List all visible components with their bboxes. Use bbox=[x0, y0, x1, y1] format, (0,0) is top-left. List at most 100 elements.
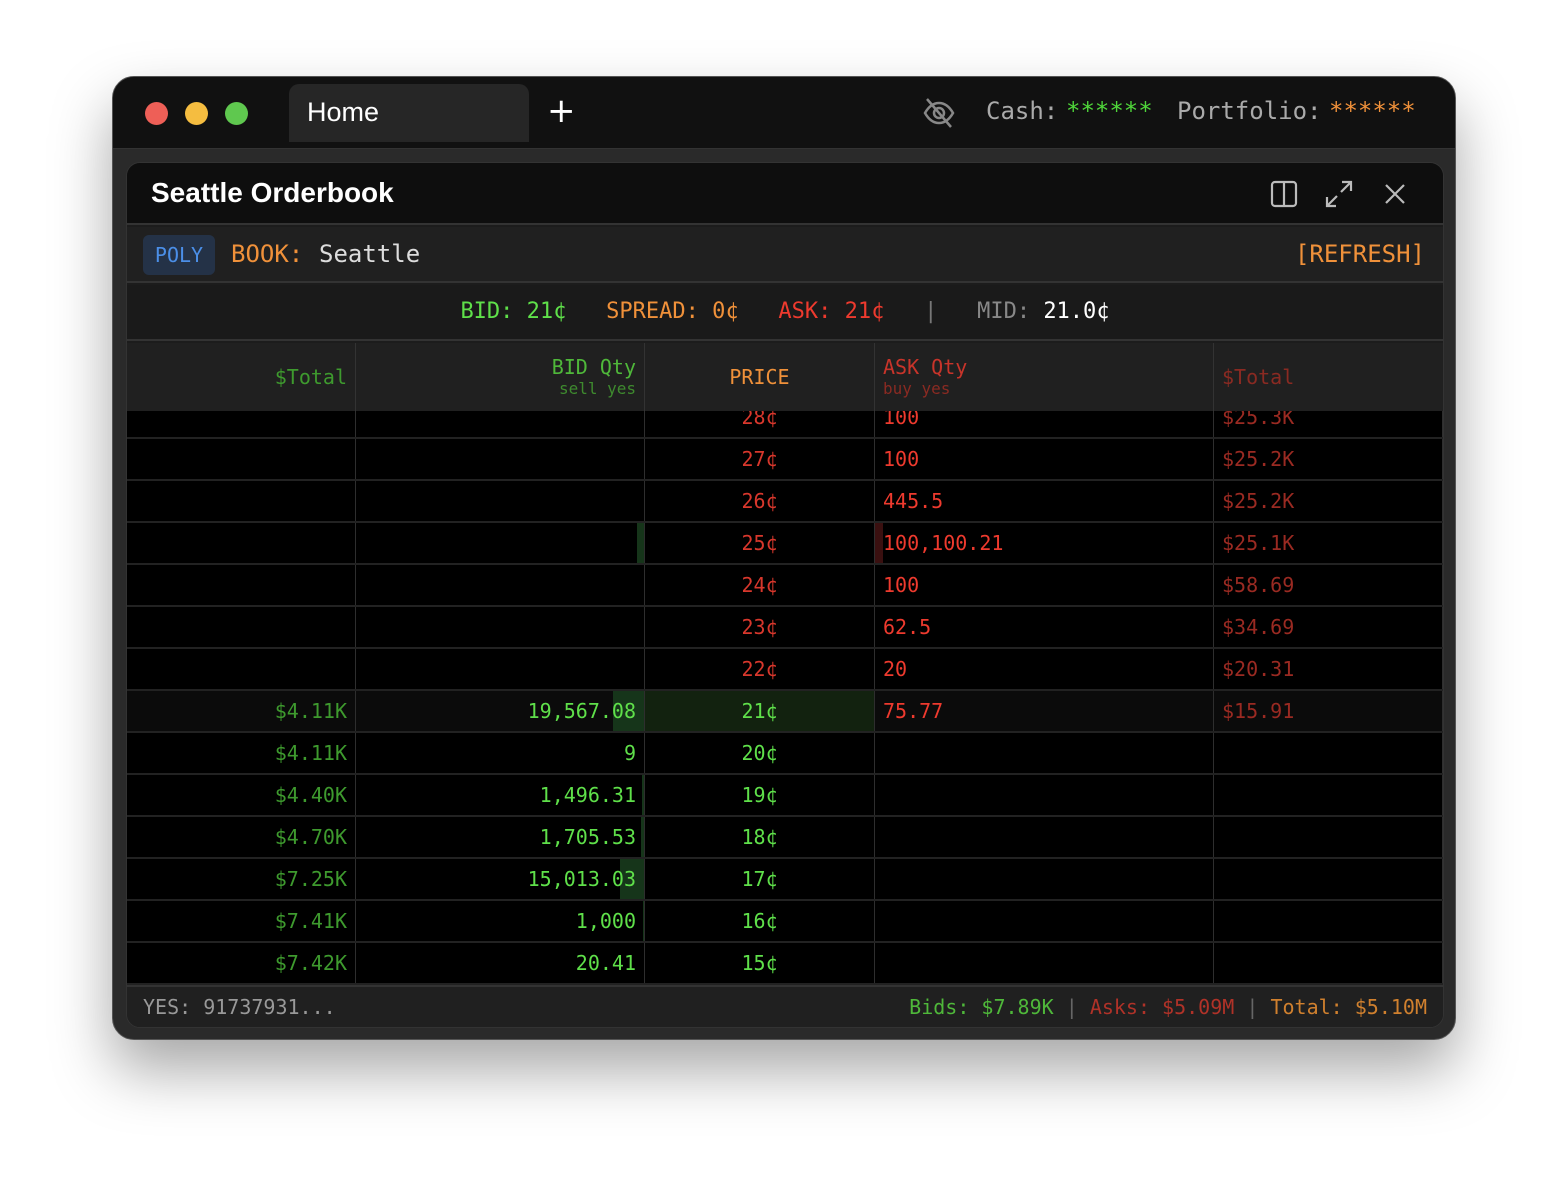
table-row[interactable]: 23¢ 62.5 $34.69 bbox=[127, 607, 1443, 649]
bid-qty-cell: 15,013.03 bbox=[356, 859, 645, 899]
table-row[interactable]: $7.41K 1,000 16¢ bbox=[127, 901, 1443, 943]
cash-value: ****** bbox=[1066, 97, 1153, 125]
table-row[interactable]: $4.70K 1,705.53 18¢ bbox=[127, 817, 1443, 859]
bid-qty-cell-text: 15,013.03 bbox=[527, 867, 636, 891]
table-row[interactable]: $7.25K 15,013.03 17¢ bbox=[127, 859, 1443, 901]
ask-total-cell bbox=[1214, 733, 1443, 773]
mid-label: MID: bbox=[977, 299, 1031, 324]
ask-qty-cell-text: 100,100.21 bbox=[883, 531, 1004, 555]
bid-qty-cell: 19,567.08 bbox=[356, 691, 645, 731]
bid-total-cell: $4.70K bbox=[127, 817, 356, 857]
table-row[interactable]: 26¢ 445.5 $25.2K bbox=[127, 481, 1443, 523]
price-cell-text: 25¢ bbox=[741, 531, 778, 555]
price-cell-text: 23¢ bbox=[741, 615, 778, 639]
bid-qty-cell: 1,496.31 bbox=[356, 775, 645, 815]
ask-total-cell-text: $20.31 bbox=[1222, 657, 1295, 681]
bid-total-cell bbox=[127, 607, 356, 647]
price-cell: 17¢ bbox=[645, 859, 875, 899]
new-tab-button[interactable]: + bbox=[547, 91, 576, 131]
table-row[interactable]: $4.11K 19,567.08 21¢ 75.77 $15.91 bbox=[127, 691, 1443, 733]
price-cell: 26¢ bbox=[645, 481, 875, 521]
ask-qty-cell-text: 20 bbox=[883, 657, 908, 681]
expand-icon[interactable] bbox=[1324, 179, 1354, 213]
table-row[interactable]: 28¢ 100 $25.3K bbox=[127, 411, 1443, 439]
table-row[interactable]: 27¢ 100 $25.2K bbox=[127, 439, 1443, 481]
ask-total-cell: $25.3K bbox=[1214, 411, 1443, 437]
bid-total-cell: $7.25K bbox=[127, 859, 356, 899]
bid-total-cell: $4.11K bbox=[127, 691, 356, 731]
col-bid-qty: BID Qty sell yes bbox=[356, 343, 645, 411]
maximize-window-button[interactable] bbox=[225, 102, 248, 125]
orderbook-rows[interactable]: 28¢ 100 $25.3K 27¢ 100 $25.2K 26¢ 445.5 $25.2K 25… bbox=[127, 411, 1443, 985]
bid-total-cell: $7.42K bbox=[127, 943, 356, 983]
tab-home[interactable]: Home bbox=[289, 84, 529, 142]
bid-total-cell-text: $7.25K bbox=[274, 867, 347, 891]
ask-qty-cell-text: 100 bbox=[883, 573, 920, 597]
app-window: Home + Cash: ****** Portfolio: ****** Se… bbox=[112, 76, 1456, 1040]
price-cell: 18¢ bbox=[645, 817, 875, 857]
close-icon[interactable] bbox=[1380, 179, 1410, 213]
bid-total-cell bbox=[127, 523, 356, 563]
panel-title: Seattle Orderbook bbox=[151, 177, 394, 208]
col-ask-qty: ASK Qty buy yes bbox=[875, 343, 1214, 411]
bid-depth-bar bbox=[641, 817, 644, 857]
bid-total-cell: $4.40K bbox=[127, 775, 356, 815]
bid-qty-cell: 9 bbox=[356, 733, 645, 773]
refresh-button[interactable]: [REFRESH] bbox=[1295, 240, 1425, 268]
poly-badge: POLY bbox=[143, 235, 215, 275]
hide-balances-icon[interactable] bbox=[921, 95, 957, 135]
ask-qty-cell bbox=[875, 733, 1214, 773]
bid-total-cell-text: $4.70K bbox=[274, 825, 347, 849]
close-window-button[interactable] bbox=[145, 102, 168, 125]
ask-total-cell: $20.31 bbox=[1214, 649, 1443, 689]
ask-qty-cell-text: 445.5 bbox=[883, 489, 944, 513]
ask-total-cell bbox=[1214, 817, 1443, 857]
bid-total-cell bbox=[127, 411, 356, 437]
ask-qty-cell: 445.5 bbox=[875, 481, 1214, 521]
split-view-icon[interactable] bbox=[1269, 179, 1299, 213]
bid-total-cell-text: $7.42K bbox=[274, 951, 347, 975]
spread: SPREAD: 0¢ bbox=[606, 299, 739, 324]
ask-qty-cell bbox=[875, 817, 1214, 857]
price-cell: 27¢ bbox=[645, 439, 875, 479]
bid-qty-cell: 1,000 bbox=[356, 901, 645, 941]
bid-qty-cell-text: 1,496.31 bbox=[539, 783, 636, 807]
ask-total-cell-text: $34.69 bbox=[1222, 615, 1295, 639]
table-row[interactable]: $7.42K 20.41 15¢ bbox=[127, 943, 1443, 985]
table-row[interactable]: $4.40K 1,496.31 19¢ bbox=[127, 775, 1443, 817]
ask-qty-cell-text: 62.5 bbox=[883, 615, 932, 639]
separator: | bbox=[1065, 995, 1078, 1019]
ask-total-cell bbox=[1214, 775, 1443, 815]
table-row[interactable]: 25¢ 100,100.21 $25.1K bbox=[127, 523, 1443, 565]
ask-total-cell-text: $58.69 bbox=[1222, 573, 1295, 597]
orderbook-panel: Seattle Orderbook POLY BOOK: Seattle [RE… bbox=[126, 162, 1444, 1028]
cash-label: Cash: bbox=[986, 97, 1059, 125]
best-ask: ASK: 21¢ bbox=[778, 299, 885, 324]
table-row[interactable]: 22¢ 20 $20.31 bbox=[127, 649, 1443, 691]
price-cell-text: 17¢ bbox=[741, 867, 778, 891]
ask-qty-cell: 20 bbox=[875, 649, 1214, 689]
ask-qty-cell: 62.5 bbox=[875, 607, 1214, 647]
ask-qty-label: ASK Qty bbox=[883, 355, 968, 379]
ask-total-cell-text: $15.91 bbox=[1222, 699, 1295, 723]
ask-total-cell: $25.2K bbox=[1214, 481, 1443, 521]
price-cell-text: 21¢ bbox=[741, 699, 778, 723]
table-row[interactable]: 24¢ 100 $58.69 bbox=[127, 565, 1443, 607]
bid-qty-sublabel: sell yes bbox=[558, 379, 636, 398]
table-row[interactable]: $4.11K 9 20¢ bbox=[127, 733, 1443, 775]
ask-total-cell-text: $25.2K bbox=[1222, 489, 1295, 513]
panel-header: Seattle Orderbook bbox=[127, 163, 1443, 225]
separator: | bbox=[1246, 995, 1259, 1019]
ask-total-cell-text: $25.2K bbox=[1222, 447, 1295, 471]
ask-total-cell-text: $25.3K bbox=[1222, 411, 1295, 429]
bid-qty-cell: 1,705.53 bbox=[356, 817, 645, 857]
bids-total: Bids: $7.89K bbox=[909, 995, 1054, 1019]
price-cell: 22¢ bbox=[645, 649, 875, 689]
bid-qty-label: BID Qty bbox=[551, 355, 636, 379]
ask-qty-cell: 100 bbox=[875, 411, 1214, 437]
minimize-window-button[interactable] bbox=[185, 102, 208, 125]
bid-qty-cell bbox=[356, 411, 645, 437]
price-cell-text: 19¢ bbox=[741, 783, 778, 807]
book-toolbar: POLY BOOK: Seattle [REFRESH] bbox=[127, 227, 1443, 283]
ask-qty-cell-text: 100 bbox=[883, 411, 920, 429]
